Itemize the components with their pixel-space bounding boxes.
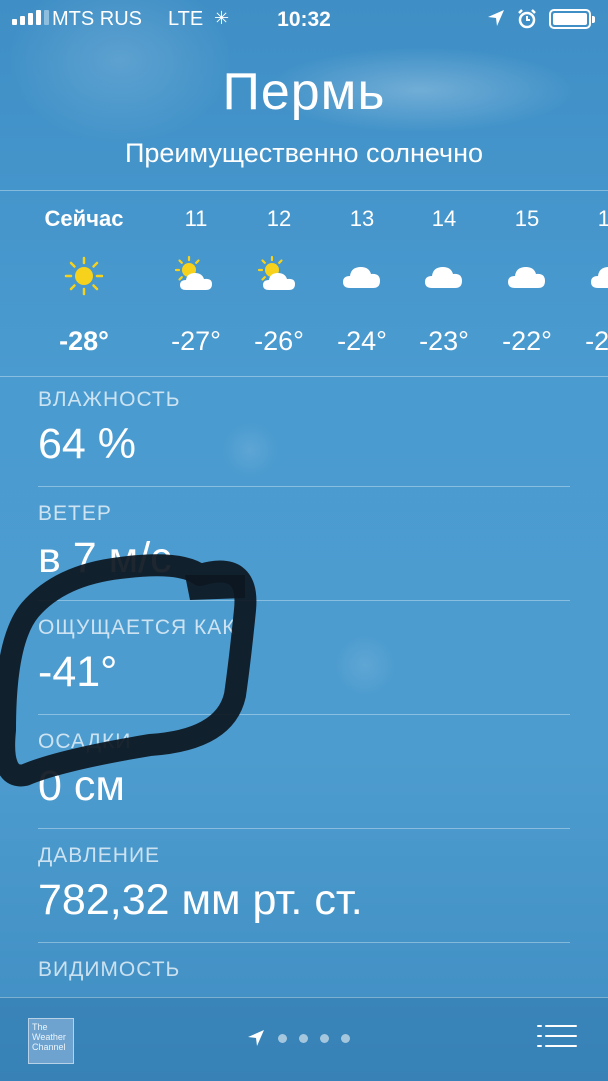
battery-icon	[549, 9, 595, 29]
feels-like-row: ОЩУЩАЕТСЯ КАК -41°	[38, 616, 578, 697]
cloud-icon	[425, 267, 462, 288]
city-name: Пермь	[222, 63, 386, 121]
cloud-icon	[343, 267, 380, 288]
hour-label: 16	[597, 206, 608, 231]
cloud-icon	[591, 267, 608, 288]
page-dot	[320, 1033, 329, 1043]
city-list-icon[interactable]	[536, 1022, 578, 1052]
pressure-label: ДАВЛЕНИЕ	[38, 844, 161, 867]
current-location-icon	[248, 1030, 264, 1046]
pressure-row: ДАВЛЕНИЕ 782,32 мм рт. ст.	[38, 844, 578, 925]
wind-value: в 7 м/с	[38, 534, 172, 582]
visibility-label: ВИДИМОСТЬ	[38, 958, 181, 981]
divider	[38, 486, 570, 487]
page-dot	[278, 1033, 287, 1043]
hourly-forecast[interactable]: Сейчас -28° 11 -27° 12 -26° 13 -24° 14 -…	[0, 192, 608, 376]
location-arrow-icon	[486, 8, 506, 34]
feels-like-label: ОЩУЩАЕТСЯ КАК	[38, 616, 236, 639]
divider	[38, 828, 570, 829]
wind-row: ВЕТЕР в 7 м/с	[38, 502, 578, 583]
alarm-clock-icon	[516, 8, 538, 36]
humidity-value: 64 %	[38, 420, 137, 468]
bottom-toolbar: The Weather Channel	[0, 997, 608, 1081]
precipitation-label: ОСАДКИ	[38, 730, 132, 753]
page-dot	[341, 1033, 350, 1043]
divider	[0, 190, 608, 191]
feels-like-value: -41°	[38, 648, 118, 696]
visibility-row: ВИДИМОСТЬ	[38, 958, 578, 990]
precipitation-value: 0 см	[38, 762, 125, 810]
hour-label: Сейчас	[44, 206, 124, 231]
partly-cloudy-icon	[257, 255, 295, 290]
weather-channel-logo[interactable]: The Weather Channel	[28, 1018, 74, 1064]
humidity-label: ВЛАЖНОСТЬ	[38, 388, 181, 411]
humidity-row: ВЛАЖНОСТЬ 64 %	[38, 388, 578, 469]
hour-temperature: -21°	[585, 326, 608, 356]
pressure-value: 782,32 мм рт. ст.	[38, 876, 363, 924]
page-indicator[interactable]	[246, 1028, 350, 1048]
partly-cloudy-icon	[174, 255, 212, 290]
divider	[38, 714, 570, 715]
sun-icon	[64, 256, 104, 296]
weather-condition: Преимущественно солнечно	[124, 138, 484, 168]
precipitation-row: ОСАДКИ 0 см	[38, 730, 578, 811]
status-bar: MTS RUS LTE ✳ 10:32	[0, 0, 608, 40]
hour-temperature: -28°	[59, 326, 109, 356]
page-dot	[299, 1033, 308, 1043]
divider	[38, 942, 570, 943]
divider	[38, 600, 570, 601]
cloud-icon	[508, 267, 545, 288]
divider	[0, 376, 608, 377]
wind-label: ВЕТЕР	[38, 502, 112, 525]
